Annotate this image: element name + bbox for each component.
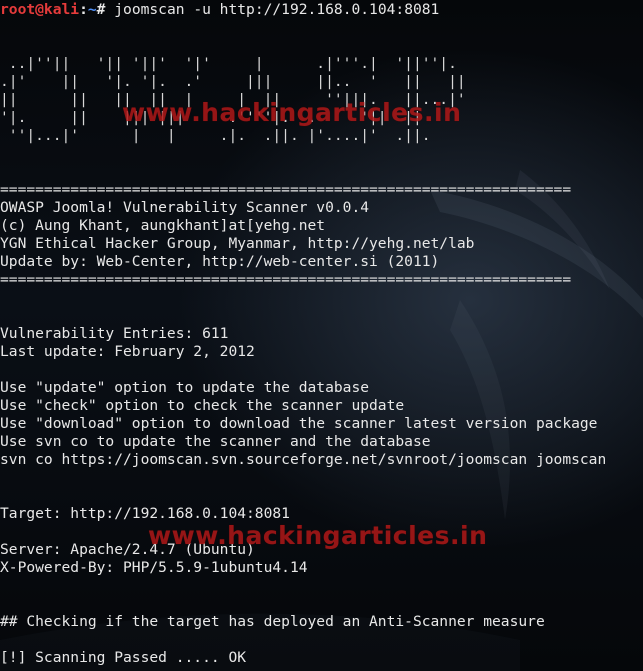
ascii-banner-line: ''|...|' | | .|. .||. |'....|' .||. [0,127,431,144]
copyright-line: (c) Aung Khant, aungkhant]at[yehg.net [0,217,326,234]
prompt-user-host: root@kali [0,1,80,18]
powered-by-line: X-Powered-By: PHP/5.5.9-1ubuntu4.14 [0,559,308,576]
target-line: Target: http://192.168.0.104:8081 [0,505,290,522]
separator-line: ========================================… [0,271,572,288]
usage-svn: Use svn co to update the scanner and the… [0,433,431,450]
terminal-window[interactable]: root@kali:~# joomscan -u http://192.168.… [0,0,643,671]
group-line: YGN Ethical Hacker Group, Myanmar, http:… [0,235,475,252]
command-text: joomscan -u http://192.168.0.104:8081 [114,1,440,18]
update-by-line: Update by: Web-Center, http://web-center… [0,253,440,270]
usage-check: Use "check" option to check the scanner … [0,397,405,414]
separator-line: ========================================… [0,181,572,198]
vulnerability-entries: Vulnerability Entries: 611 [0,325,229,342]
terminal-output[interactable]: root@kali:~# joomscan -u http://192.168.… [0,1,643,667]
usage-update: Use "update" option to update the databa… [0,379,370,396]
scanner-title: OWASP Joomla! Vulnerability Scanner v0.0… [0,199,370,216]
prompt-symbol: # [96,1,115,18]
ascii-banner-line: || || || || | | || ''|||. ||...|' [0,91,466,108]
prompt-path: ~ [87,1,97,18]
server-line: Server: Apache/2.4.7 (Ubuntu) [0,541,255,558]
anti-scanner-check: ## Checking if the target has deployed a… [0,613,545,630]
command-line: root@kali:~# joomscan -u http://192.168.… [0,1,643,19]
ascii-banner-line: .|' || '|. '|. .' ||| ||.. ' || || [0,73,466,90]
ascii-banner-line: '|. || ||| ||| .''''|. . '|| || [0,109,422,126]
usage-download: Use "download" option to download the sc… [0,415,598,432]
scan-result: [!] Scanning Passed ..... OK [0,649,247,666]
svn-command: svn co https://joomscan.svn.sourceforge.… [0,451,607,468]
ascii-banner-line: ..|''|| '|| '||' '|' | .|'''.| '||''|. [0,55,457,72]
last-update: Last update: February 2, 2012 [0,343,255,360]
prompt-separator: : [79,1,88,18]
